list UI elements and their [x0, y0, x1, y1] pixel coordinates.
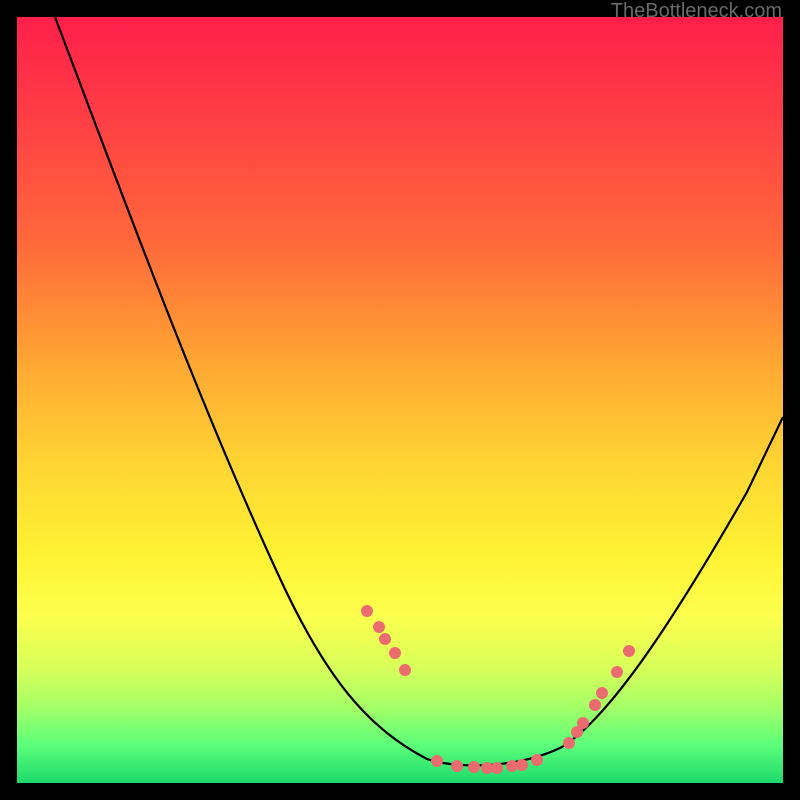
bottleneck-curve	[55, 17, 783, 765]
chart-frame: TheBottleneck.com	[0, 0, 800, 800]
watermark-text: TheBottleneck.com	[611, 0, 782, 23]
curve-layer	[17, 17, 783, 783]
marker-dots-right	[563, 645, 635, 749]
marker-dots-left	[361, 605, 411, 676]
plot-area	[17, 17, 783, 783]
